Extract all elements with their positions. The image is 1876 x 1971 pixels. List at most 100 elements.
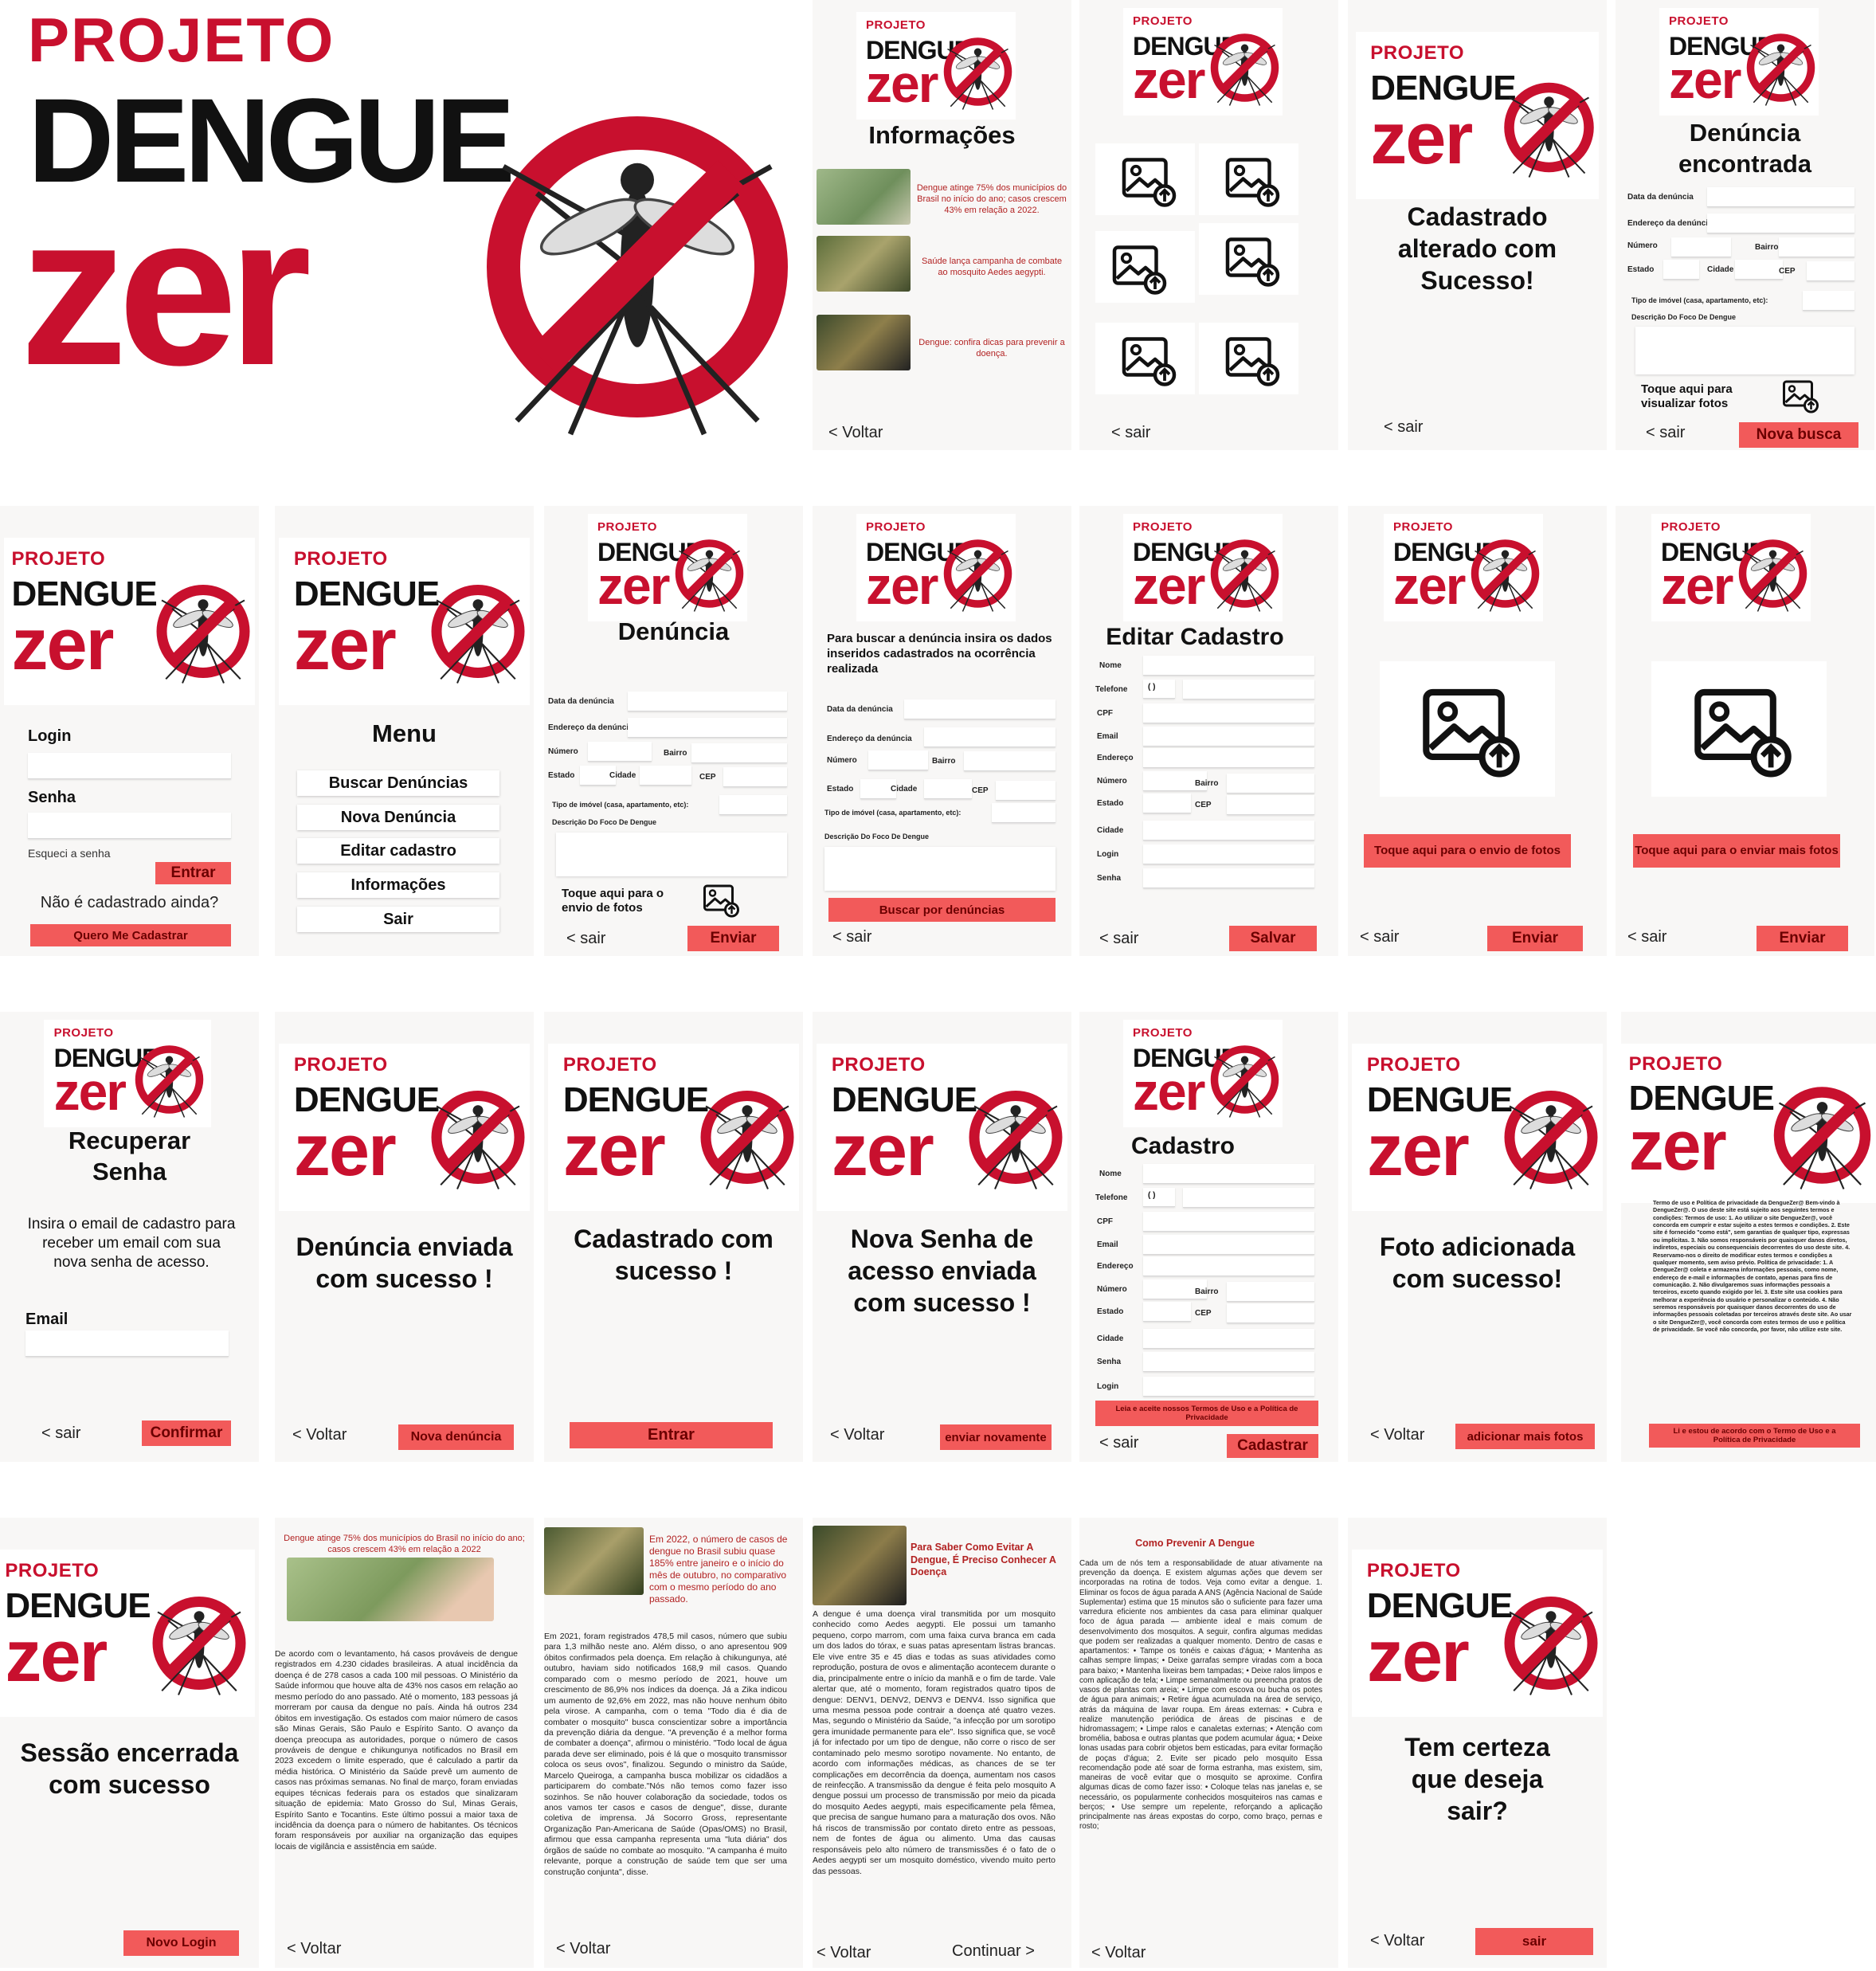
image-upload-icon[interactable] xyxy=(1779,376,1823,416)
cidade-field[interactable] xyxy=(1735,260,1783,280)
back-button[interactable]: < Voltar xyxy=(1370,1426,1424,1444)
cidade-field[interactable] xyxy=(1143,1329,1314,1349)
cpf-field[interactable] xyxy=(1143,1212,1314,1232)
tipo-field[interactable] xyxy=(1803,291,1854,311)
tipo-field[interactable] xyxy=(992,803,1055,823)
descricao-field[interactable] xyxy=(1635,327,1854,374)
photo-slot-5[interactable] xyxy=(1095,323,1195,394)
menu-item-buscar[interactable]: Buscar Denúncias xyxy=(297,770,499,796)
endereco-field[interactable] xyxy=(628,718,787,738)
photo-slot-6[interactable] xyxy=(1199,323,1298,394)
numero-field[interactable] xyxy=(588,742,652,762)
photo-slot-2[interactable] xyxy=(1199,143,1298,215)
cidade-field[interactable] xyxy=(924,779,972,799)
bairro-field[interactable] xyxy=(1227,774,1314,793)
sair-button[interactable]: < sair xyxy=(1646,424,1685,442)
cidade-field[interactable] xyxy=(640,766,691,786)
news-link-1[interactable]: Dengue atinge 75% dos municípios do Bras… xyxy=(916,183,1067,216)
image-upload-icon[interactable] xyxy=(699,880,743,920)
sair-button[interactable]: < sair xyxy=(41,1424,80,1443)
menu-item-sair[interactable]: Sair xyxy=(297,907,499,932)
descricao-field[interactable] xyxy=(556,833,787,876)
bairro-field[interactable] xyxy=(691,743,787,763)
cep-field[interactable] xyxy=(1227,1303,1314,1323)
data-field[interactable] xyxy=(904,699,1055,719)
descricao-field[interactable] xyxy=(824,847,1055,891)
cadastrar-button[interactable]: Cadastrar xyxy=(1227,1434,1318,1458)
login-field[interactable] xyxy=(1143,1377,1314,1397)
sair-button[interactable]: < sair xyxy=(566,930,605,948)
news-thumb-3[interactable] xyxy=(817,315,911,370)
news-link-3[interactable]: Dengue: confira dicas para prevenir a do… xyxy=(916,338,1067,360)
cep-field[interactable] xyxy=(1227,795,1314,815)
telefone-ddd-field[interactable]: ( ) xyxy=(1143,1188,1175,1207)
register-button[interactable]: Quero Me Cadastrar xyxy=(30,924,231,946)
sair-button[interactable]: < sair xyxy=(1099,930,1138,948)
nova-busca-button[interactable]: Nova busca xyxy=(1739,422,1858,448)
sair-button[interactable]: < sair xyxy=(1384,418,1423,437)
menu-item-editar[interactable]: Editar cadastro xyxy=(297,838,499,864)
novo-login-button[interactable]: Novo Login xyxy=(123,1930,239,1956)
add-more-photos-button[interactable]: adicionar mais fotos xyxy=(1455,1424,1595,1449)
enviar-button[interactable]: Enviar xyxy=(1487,926,1583,951)
numero-field[interactable] xyxy=(1671,237,1731,257)
sair-button[interactable]: < sair xyxy=(1627,928,1666,946)
enviar-button[interactable]: Enviar xyxy=(687,926,779,951)
telefone-ddd-field[interactable]: ( ) xyxy=(1143,680,1175,699)
bairro-field[interactable] xyxy=(1779,237,1854,257)
email-field[interactable] xyxy=(1143,1235,1314,1255)
view-photos-label[interactable]: Toque aqui para visualizar fotos xyxy=(1641,382,1753,411)
accept-terms-button[interactable]: Li e estou de acordo com o Termo de Uso … xyxy=(1649,1424,1860,1448)
sair-confirm-button[interactable]: sair xyxy=(1475,1928,1593,1955)
nova-denuncia-button[interactable]: Nova denúncia xyxy=(398,1424,514,1450)
back-button[interactable]: < Voltar xyxy=(828,424,883,442)
tipo-field[interactable] xyxy=(719,795,787,815)
continue-button[interactable]: Continuar > xyxy=(952,1942,1035,1961)
numero-field[interactable] xyxy=(868,750,928,770)
cidade-field[interactable] xyxy=(1143,821,1314,841)
cep-field[interactable] xyxy=(1807,261,1854,281)
bairro-field[interactable] xyxy=(1227,1282,1314,1302)
terms-button[interactable]: Leia e aceite nossos Termos de Uso e a P… xyxy=(1095,1401,1318,1426)
upload-area[interactable] xyxy=(1651,661,1827,797)
data-field[interactable] xyxy=(1707,187,1854,207)
upload-photos-button[interactable]: Toque aqui para o envio de fotos xyxy=(1364,834,1571,868)
login-input[interactable] xyxy=(28,753,231,779)
back-button[interactable]: < Voltar xyxy=(287,1940,341,1958)
email-input[interactable] xyxy=(25,1330,229,1357)
sair-button[interactable]: < sair xyxy=(1360,928,1399,946)
endereco-field[interactable] xyxy=(924,727,1055,747)
endereco-field[interactable] xyxy=(1143,748,1314,768)
cep-field[interactable] xyxy=(723,767,787,787)
menu-item-nova-denuncia[interactable]: Nova Denúncia xyxy=(297,805,499,830)
send-photos-label[interactable]: Toque aqui para o envio de fotos xyxy=(562,887,681,915)
cpf-field[interactable] xyxy=(1143,703,1314,723)
back-button[interactable]: < Voltar xyxy=(292,1426,347,1444)
photo-slot-4[interactable] xyxy=(1199,223,1298,295)
news-thumb-1[interactable] xyxy=(817,169,911,225)
nome-field[interactable] xyxy=(1143,656,1314,676)
senha-field[interactable] xyxy=(1143,868,1314,888)
menu-item-informacoes[interactable]: Informações xyxy=(297,872,499,898)
email-field[interactable] xyxy=(1143,727,1314,746)
news-thumb-2[interactable] xyxy=(817,236,911,292)
telefone-field[interactable] xyxy=(1183,680,1314,699)
endereco-field[interactable] xyxy=(1707,214,1854,233)
estado-field[interactable] xyxy=(1143,1302,1191,1322)
estado-field[interactable] xyxy=(1663,260,1699,280)
upload-more-photos-button[interactable]: Toque aqui para o enviar mais fotos xyxy=(1633,834,1840,868)
buscar-button[interactable]: Buscar por denúncias xyxy=(828,898,1055,922)
back-button[interactable]: < Voltar xyxy=(817,1944,871,1962)
entrar-button[interactable]: Entrar xyxy=(570,1422,773,1448)
bairro-field[interactable] xyxy=(964,751,1055,771)
senha-field[interactable] xyxy=(1143,1352,1314,1372)
senha-input[interactable] xyxy=(28,813,231,839)
photo-slot-1[interactable] xyxy=(1095,143,1195,215)
endereco-field[interactable] xyxy=(1143,1256,1314,1276)
forgot-password-link[interactable]: Esqueci a senha xyxy=(28,847,111,860)
back-button[interactable]: < Voltar xyxy=(1370,1932,1424,1950)
back-button[interactable]: < Voltar xyxy=(1091,1944,1146,1962)
news-link-2[interactable]: Saúde lança campanha de combate ao mosqu… xyxy=(916,257,1067,279)
back-button[interactable]: < Voltar xyxy=(830,1426,884,1444)
telefone-field[interactable] xyxy=(1183,1188,1314,1208)
